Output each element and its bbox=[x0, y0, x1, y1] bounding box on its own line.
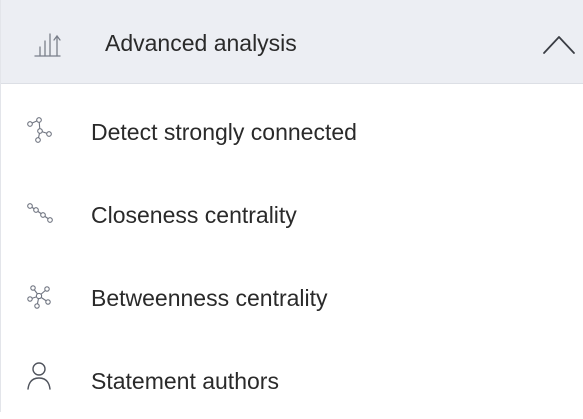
person-icon bbox=[27, 362, 51, 390]
advanced-analysis-header[interactable]: Advanced analysis bbox=[1, 0, 583, 84]
menu-item-label: Betweenness centrality bbox=[91, 285, 328, 311]
menu-item-betweenness-centrality[interactable]: Betweenness centrality bbox=[1, 256, 583, 336]
section-title: Advanced analysis bbox=[105, 30, 297, 56]
bar-chart-up-icon bbox=[34, 33, 61, 57]
menu-item-detect-strongly-connected[interactable]: Detect strongly connected bbox=[1, 90, 583, 170]
node-chain-icon bbox=[27, 203, 53, 223]
chevron-up-icon[interactable] bbox=[541, 32, 577, 56]
menu-item-label: Closeness centrality bbox=[91, 202, 297, 228]
menu-item-closeness-centrality[interactable]: Closeness centrality bbox=[1, 173, 583, 253]
menu-item-statement-authors[interactable]: Statement authors bbox=[1, 339, 583, 419]
connected-nodes-icon bbox=[27, 117, 52, 143]
hub-nodes-icon bbox=[27, 285, 51, 309]
menu-item-label: Statement authors bbox=[91, 368, 279, 394]
menu-item-label: Detect strongly connected bbox=[91, 119, 357, 145]
advanced-analysis-panel: Advanced analysis Detect strongly connec… bbox=[0, 0, 583, 412]
